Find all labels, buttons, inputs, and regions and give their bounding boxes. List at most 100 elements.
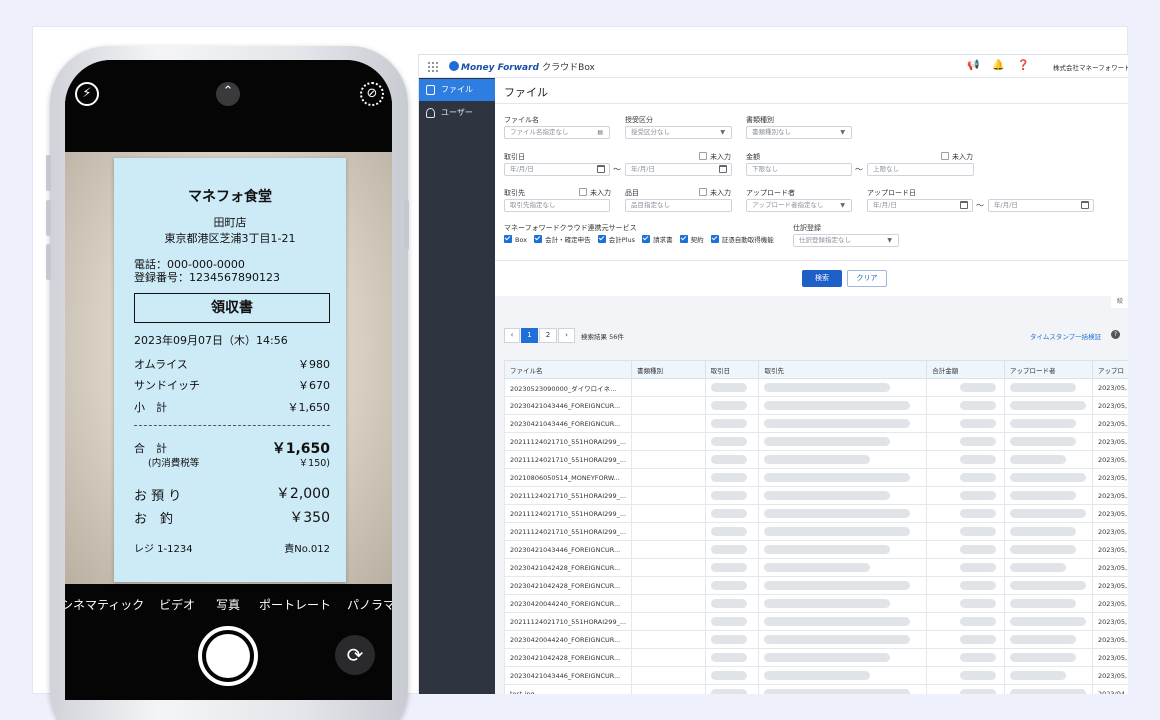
redacted-placeholder — [1010, 653, 1077, 662]
app-grid-icon[interactable] — [427, 61, 438, 72]
trade-date-to-input[interactable]: 年/月/日 — [625, 163, 732, 176]
cell-doc-type — [630, 648, 706, 667]
col-doc-type[interactable]: 書類種別 — [630, 360, 706, 379]
pager-page[interactable]: 2 — [539, 328, 557, 343]
cell-partner — [758, 666, 928, 685]
item-unentered-checkbox[interactable]: 未入力 — [699, 188, 731, 198]
cell-amount — [926, 414, 1006, 433]
brand-mark-icon — [449, 61, 459, 71]
col-file-name[interactable]: ファイル名 — [504, 360, 632, 379]
redacted-placeholder — [764, 509, 911, 518]
sidebar-item-users[interactable]: ユーザー — [419, 102, 495, 124]
upload-date-label: アップロード日 — [867, 189, 916, 197]
table-row[interactable]: 20230420044240_FOREIGNCUR... 2023/05, — [504, 630, 1128, 649]
receipt-slip-no: 責No.012 — [284, 544, 330, 555]
clear-button[interactable]: クリア — [847, 270, 887, 287]
chevron-up-icon[interactable]: ⌃ — [216, 82, 240, 106]
col-trade-date[interactable]: 取引日 — [704, 360, 760, 379]
table-row[interactable]: 20211124021710_551HORAI299_... 2023/05, — [504, 504, 1128, 523]
cell-file-name: 20230421043446_FOREIGNCUR... — [504, 396, 632, 415]
partner-input[interactable]: 取引先指定なし — [504, 199, 610, 212]
table-row[interactable]: 20230421043446_FOREIGNCUR... 2023/05, — [504, 396, 1128, 415]
table-row[interactable]: test.jpg 2023/04, — [504, 684, 1128, 694]
doc-type-select[interactable]: 書類種別なし ▼ — [746, 126, 852, 139]
mode-panorama[interactable]: パノラマ — [347, 596, 392, 613]
table-row[interactable]: 20211124021710_551HORAI299_... 2023/05, — [504, 450, 1128, 469]
redacted-placeholder — [960, 401, 997, 410]
table-row[interactable]: 20230421042428_FOREIGNCUR... 2023/05, — [504, 648, 1128, 667]
cell-upload-date: 2023/05, — [1091, 468, 1128, 487]
live-off-icon[interactable]: ⊘ — [360, 82, 384, 106]
table-row[interactable]: 20230420044240_FOREIGNCUR... 2023/05, — [504, 594, 1128, 613]
col-amount[interactable]: 合計金額 — [926, 360, 1006, 379]
col-upload-date[interactable]: アップロ — [1091, 360, 1128, 379]
cell-file-name: 20230420044240_FOREIGNCUR... — [504, 594, 632, 613]
amount-min-input[interactable]: 下限なし — [746, 163, 852, 176]
table-row[interactable]: 20230523090000_ダイワロイネ... 2023/05, — [504, 378, 1128, 397]
redacted-placeholder — [960, 671, 997, 680]
table-row[interactable]: 20230421042428_FOREIGNCUR... 2023/05, — [504, 558, 1128, 577]
table-row[interactable]: 20210806050514_MONEYFORW... 2023/05, — [504, 468, 1128, 487]
file-name-input[interactable]: ファイル名指定なし ▤ — [504, 126, 610, 139]
table-row[interactable]: 20230421043446_FOREIGNCUR... 2023/05, — [504, 540, 1128, 559]
col-partner[interactable]: 取引先 — [758, 360, 928, 379]
amount-max-input[interactable]: 上限なし — [867, 163, 974, 176]
upload-date-to-input[interactable]: 年/月/日 — [988, 199, 1094, 212]
uploader-select[interactable]: アップロード者指定なし ▼ — [746, 199, 852, 212]
shutter-button[interactable] — [198, 626, 258, 686]
mode-cinematic[interactable]: シネマティック — [65, 596, 144, 613]
company-name[interactable]: 株式会社マネーフォワード — [1053, 62, 1128, 72]
help-icon[interactable]: ❓ — [1017, 60, 1029, 71]
table-row[interactable]: 20230421042428_FOREIGNCUR... 2023/05, — [504, 576, 1128, 595]
cell-partner — [758, 612, 928, 631]
receipt-paid-label: お 預 り — [134, 489, 182, 504]
redacted-placeholder — [1010, 509, 1087, 518]
pager-prev[interactable]: ‹ — [504, 328, 520, 343]
redacted-placeholder — [764, 491, 891, 500]
bell-icon[interactable]: 🔔 — [992, 60, 1004, 71]
upload-date-from-input[interactable]: 年/月/日 — [867, 199, 973, 212]
amount-unentered-checkbox[interactable]: 未入力 — [941, 152, 973, 162]
item-input[interactable]: 品目指定なし — [625, 199, 732, 212]
flash-icon[interactable]: ⚡ — [75, 82, 99, 106]
table-row[interactable]: 20230421043446_FOREIGNCUR... 2023/05, — [504, 666, 1128, 685]
cell-upload-date: 2023/05, — [1091, 414, 1128, 433]
service-checkbox-auto-fetch[interactable]: 証憑自動取得機能 — [710, 235, 774, 244]
collapse-tab[interactable]: 絞 — [1111, 296, 1128, 308]
pager-next[interactable]: › — [558, 328, 575, 343]
cell-amount — [926, 558, 1006, 577]
send-recv-select[interactable]: 授受区分なし ▼ — [625, 126, 732, 139]
service-checkbox-box[interactable]: Box — [504, 235, 527, 244]
sidebar-item-files[interactable]: ファイル — [419, 79, 495, 101]
megaphone-icon[interactable]: 📢 — [967, 60, 979, 71]
journal-select[interactable]: 仕訳登録指定なし ▼ — [793, 234, 899, 247]
service-checkbox-accounting[interactable]: 会計・確定申告 — [534, 235, 591, 244]
trade-date-from-input[interactable]: 年/月/日 — [504, 163, 610, 176]
service-checkbox-accounting-plus[interactable]: 会計Plus — [597, 235, 635, 244]
service-checkbox-contract[interactable]: 契約 — [679, 235, 704, 244]
mode-video[interactable]: ビデオ — [159, 596, 195, 613]
flip-camera-icon[interactable]: ⟳ — [335, 635, 375, 675]
pager-page[interactable]: 1 — [521, 328, 538, 343]
mode-photo[interactable]: 写真 — [216, 596, 240, 613]
redacted-placeholder — [1010, 419, 1077, 428]
table-row[interactable]: 20211124021710_551HORAI299_... 2023/05, — [504, 522, 1128, 541]
mode-portrait[interactable]: ポートレート — [259, 596, 331, 613]
receipt: マネフォ食堂 田町店 東京都港区芝浦3丁目1-21 電話：000-000-000… — [114, 158, 346, 582]
partner-unentered-checkbox[interactable]: 未入力 — [579, 188, 611, 198]
cell-upload-date: 2023/05, — [1091, 486, 1128, 505]
table-row[interactable]: 20230421043446_FOREIGNCUR... 2023/05, — [504, 414, 1128, 433]
cell-uploader — [1004, 450, 1093, 469]
timestamp-verify-link[interactable]: タイムスタンプ一括検証 — [1030, 331, 1101, 341]
table-row[interactable]: 20211124021710_551HORAI299_... 2023/05, — [504, 432, 1128, 451]
help-icon[interactable]: ? — [1111, 330, 1120, 339]
cloud-box-app: Money Forward クラウドBox 📢 🔔 ❓ 株式会社マネーフォワード… — [418, 54, 1128, 694]
trade-date-unentered-checkbox[interactable]: 未入力 — [699, 152, 731, 162]
service-checkbox-invoice[interactable]: 請求書 — [642, 235, 673, 244]
table-row[interactable]: 20211124021710_551HORAI299_... 2023/05, — [504, 486, 1128, 505]
table-row[interactable]: 20211124021710_551HORAI299_... 2023/05, — [504, 612, 1128, 631]
col-uploader[interactable]: アップロード者 — [1004, 360, 1093, 379]
cell-amount — [926, 378, 1006, 397]
brand-logo[interactable]: Money Forward クラウドBox — [449, 60, 595, 73]
search-button[interactable]: 検索 — [802, 270, 842, 287]
